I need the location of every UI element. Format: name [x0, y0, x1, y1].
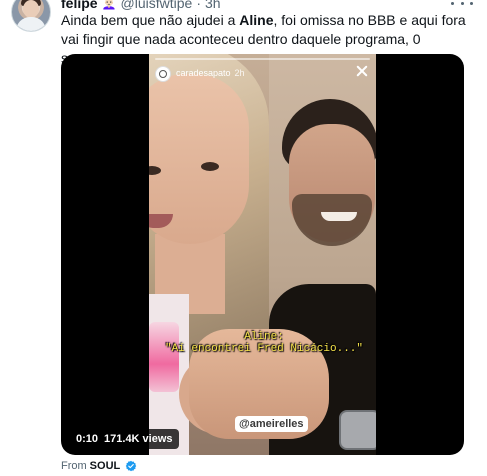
author-avatar[interactable] [11, 0, 51, 32]
tweet-text-part1: Ainda bem que não ajudei a [61, 12, 240, 28]
scene-woman-face [149, 74, 249, 244]
story-username: caradesapato [176, 68, 231, 78]
author-display-name[interactable]: felipe [61, 0, 98, 11]
separator-dot: · [196, 0, 201, 11]
story-header: caradesapato 2h [176, 68, 245, 78]
scene-woman-eye [149, 166, 161, 175]
more-horizontal-icon[interactable] [451, 0, 473, 10]
story-avatar-icon [155, 66, 171, 82]
story-progress-bar [155, 58, 370, 60]
video-elapsed-time: 0:10 [76, 433, 99, 445]
source-prefix: From [61, 460, 87, 472]
video-caption-line1: Aline: [244, 331, 284, 343]
media-source: From SOUL [61, 460, 137, 472]
tweet-text-mentioned-name: Aline [239, 12, 274, 28]
video-caption: Aline: "Aí encontrei Fred Nicácio..." [159, 331, 369, 355]
video-stats-overlay: 0:10 171.4K views [70, 429, 179, 449]
video-frame[interactable]: caradesapato 2h Aline: "Aí encontrei Fred… [149, 54, 376, 455]
scene-woman-mouth [149, 214, 173, 228]
tweet: felipe 👩🏻‍🦲 @luisfwtipe · 3h Ainda bem q… [0, 0, 487, 476]
story-time: 2h [234, 68, 245, 78]
verified-badge-icon [125, 460, 137, 472]
source-account-link[interactable]: SOUL [90, 460, 121, 472]
close-icon [355, 64, 369, 78]
author-handle[interactable]: @luisfwtipe [121, 0, 193, 11]
video-caption-line2: "Aí encontrei Fred Nicácio..." [164, 343, 364, 355]
video-player[interactable]: caradesapato 2h Aline: "Aí encontrei Fred… [61, 54, 464, 455]
author-emoji: 👩🏻‍🦲 [101, 0, 117, 10]
tweet-timestamp[interactable]: 3h [205, 0, 221, 11]
scene-man-smile [321, 212, 357, 221]
avatar-shirt [16, 17, 46, 31]
video-mention-sticker: @ameirelles [235, 416, 308, 432]
scene-woman-eye [201, 162, 219, 171]
scene-watch [339, 410, 376, 450]
video-view-count: 171.4K views [104, 433, 173, 445]
avatar-face [23, 0, 39, 18]
